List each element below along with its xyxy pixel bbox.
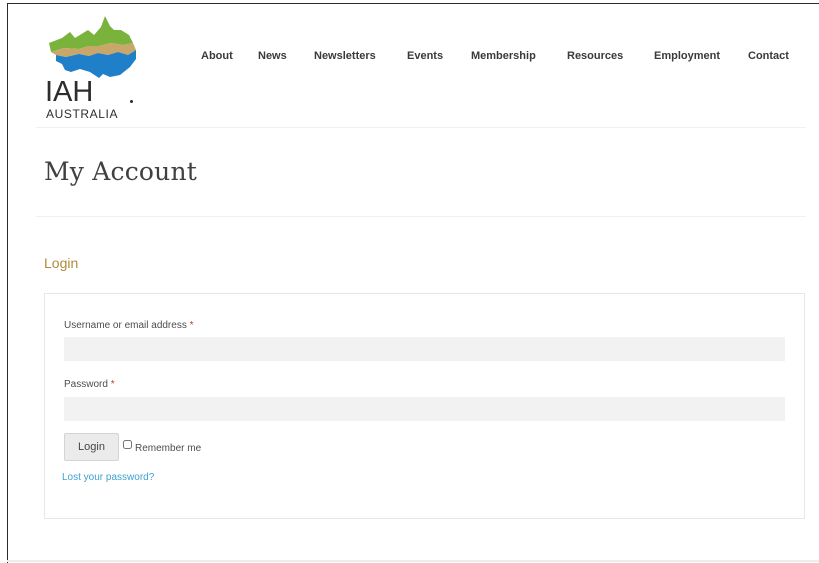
password-input[interactable]	[64, 397, 785, 421]
site-logo[interactable]: IAH AUSTRALIA	[44, 12, 144, 121]
password-label-text: Password	[64, 379, 108, 390]
required-marker: *	[189, 320, 194, 331]
logo-text: IAH	[45, 76, 94, 108]
nav-item-membership[interactable]: Membership	[471, 49, 536, 63]
header-divider	[36, 127, 806, 128]
logo-subtext: AUSTRALIA	[46, 107, 119, 121]
nav-item-newsletters[interactable]: Newsletters	[314, 49, 376, 63]
login-heading: Login	[44, 255, 79, 271]
username-input[interactable]	[64, 337, 785, 361]
nav-item-about[interactable]: About	[201, 49, 233, 63]
lost-password-link[interactable]: Lost your password?	[62, 472, 154, 484]
nav-item-events[interactable]: Events	[407, 49, 443, 63]
page-title: My Account	[44, 157, 198, 186]
nav-item-resources[interactable]: Resources	[567, 49, 623, 63]
login-button[interactable]: Login	[64, 433, 119, 461]
remember-me-label[interactable]: Remember me	[135, 443, 201, 455]
title-divider	[36, 216, 806, 217]
nav-item-contact[interactable]: Contact	[748, 49, 789, 63]
username-label: Username or email address *	[64, 320, 194, 332]
password-label: Password *	[64, 379, 115, 391]
iah-australia-logo-icon	[49, 16, 136, 78]
required-marker: *	[110, 379, 115, 390]
nav-item-employment[interactable]: Employment	[654, 49, 720, 63]
username-label-text: Username or email address	[64, 320, 187, 331]
bottom-divider	[7, 560, 819, 562]
nav-item-news[interactable]: News	[258, 49, 287, 63]
remember-me-checkbox[interactable]	[123, 440, 132, 449]
logo-dot	[130, 100, 133, 103]
login-form: Username or email address * Password * L…	[44, 293, 805, 519]
